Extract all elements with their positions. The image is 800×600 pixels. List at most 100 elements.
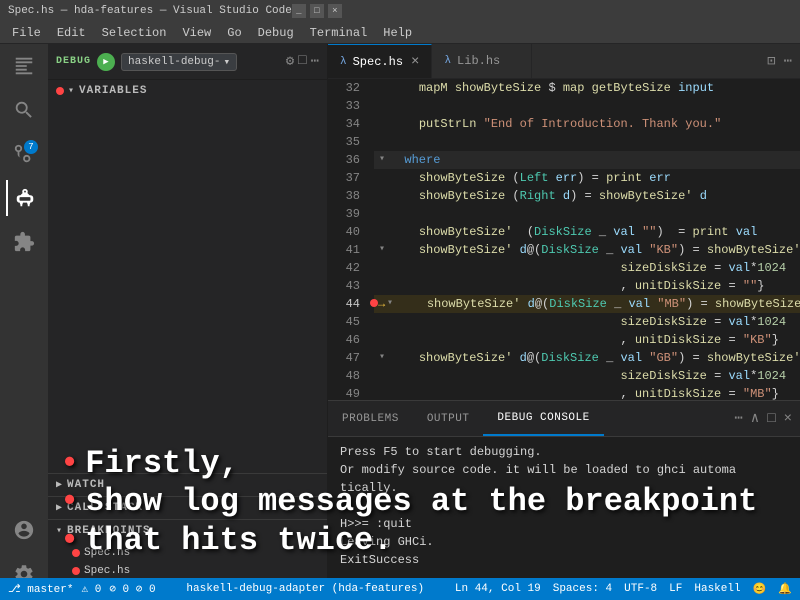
callstack-section: ▶ CALL STACK bbox=[48, 496, 327, 519]
menu-selection[interactable]: Selection bbox=[94, 24, 175, 42]
watch-label: WATCH bbox=[67, 479, 105, 491]
activity-account[interactable] bbox=[6, 512, 42, 548]
menu-terminal[interactable]: Terminal bbox=[302, 24, 376, 42]
panel-line-2: Or modify source code. it will be loaded… bbox=[340, 461, 788, 479]
panel-close-icon[interactable]: × bbox=[784, 411, 792, 427]
line-num-36: 36 bbox=[332, 151, 366, 169]
statusbar-eol[interactable]: LF bbox=[669, 583, 682, 595]
line-num-44: 44 bbox=[332, 295, 366, 313]
breakpoints-label: BREAKPOINTS bbox=[67, 525, 151, 537]
debug-session-selector[interactable]: haskell-debug- ▾ bbox=[121, 53, 237, 71]
statusbar-warnings[interactable]: ⊘ 0 ⊘ 0 bbox=[109, 582, 155, 596]
maximize-button[interactable]: □ bbox=[310, 4, 324, 18]
statusbar-smiley-icon[interactable]: 😊 bbox=[753, 582, 767, 596]
panel-tab-debug-console[interactable]: DEBUG CONSOLE bbox=[483, 401, 603, 436]
variables-section: ▾ VARIABLES bbox=[48, 80, 327, 473]
fold-41[interactable]: ▾ bbox=[374, 242, 390, 258]
source-control-badge: 7 bbox=[24, 140, 38, 154]
tab-spec-close[interactable]: × bbox=[411, 54, 419, 70]
menu-file[interactable]: File bbox=[4, 24, 49, 42]
statusbar-bell-icon[interactable]: 🔔 bbox=[778, 582, 792, 596]
activity-source-control[interactable]: 7 bbox=[6, 136, 42, 172]
watch-chevron: ▶ bbox=[56, 479, 63, 491]
panel-split-icon[interactable]: □ bbox=[767, 411, 775, 427]
fold-36[interactable]: ▾ bbox=[374, 152, 390, 168]
variables-dot bbox=[56, 87, 64, 95]
line-num-42: 42 bbox=[332, 259, 366, 277]
activity-search[interactable] bbox=[6, 92, 42, 128]
breakpoints-chevron: ▾ bbox=[56, 525, 63, 537]
menu-edit[interactable]: Edit bbox=[49, 24, 94, 42]
tab-lib[interactable]: λ Lib.hs bbox=[432, 44, 532, 78]
line-num-49: 49 bbox=[332, 385, 366, 400]
line-num-39: 39 bbox=[332, 205, 366, 223]
debug-more-icon[interactable]: ⋯ bbox=[311, 53, 319, 70]
breakpoint-item[interactable]: Spec.hs bbox=[72, 544, 319, 562]
statusbar-errors[interactable]: ⚠ 0 bbox=[81, 582, 101, 596]
line-num-47: 47 bbox=[332, 349, 366, 367]
code-line-39 bbox=[374, 205, 800, 223]
minimize-button[interactable]: _ bbox=[292, 4, 306, 18]
statusbar-spaces[interactable]: Spaces: 4 bbox=[553, 583, 612, 595]
statusbar-position[interactable]: Ln 44, Col 19 bbox=[455, 583, 541, 595]
statusbar-encoding[interactable]: UTF-8 bbox=[624, 583, 657, 595]
code-line-40: showByteSize' (DiskSize _ val "") = prin… bbox=[374, 223, 800, 241]
tab-spec[interactable]: λ Spec.hs × bbox=[328, 44, 432, 78]
line-num-34: 34 bbox=[332, 115, 366, 133]
watch-header[interactable]: ▶ WATCH bbox=[48, 474, 327, 496]
activity-extensions[interactable] bbox=[6, 224, 42, 260]
code-line-46: , unitDiskSize = "KB"} bbox=[374, 331, 800, 349]
menu-view[interactable]: View bbox=[174, 24, 219, 42]
callstack-label: CALL STACK bbox=[67, 502, 143, 514]
titlebar-controls[interactable]: _ □ × bbox=[292, 4, 342, 18]
panel-area: PROBLEMS OUTPUT DEBUG CONSOLE ⋯ ∧ □ × Pr… bbox=[328, 400, 800, 600]
variables-header[interactable]: ▾ VARIABLES bbox=[48, 80, 327, 102]
debug-panel-icon[interactable]: □ bbox=[298, 53, 306, 70]
callstack-header[interactable]: ▶ CALL STACK bbox=[48, 497, 327, 519]
activity-explorer[interactable] bbox=[6, 48, 42, 84]
code-line-36: ▾ where bbox=[374, 151, 800, 169]
menu-help[interactable]: Help bbox=[375, 24, 420, 42]
split-editor-icon[interactable]: ⊡ bbox=[767, 53, 775, 70]
activity-debug[interactable] bbox=[6, 180, 42, 216]
menu-go[interactable]: Go bbox=[219, 24, 249, 42]
debug-settings-icon[interactable]: ⚙ bbox=[286, 53, 294, 70]
code-line-41: ▾ showByteSize' d@(DiskSize _ val "KB") … bbox=[374, 241, 800, 259]
titlebar-title: Spec.hs — hda-features — Visual Studio C… bbox=[8, 5, 292, 17]
line-num-48: 48 bbox=[332, 367, 366, 385]
close-button[interactable]: × bbox=[328, 4, 342, 18]
fold-47[interactable]: ▾ bbox=[374, 350, 390, 366]
panel-line-4 bbox=[340, 497, 788, 515]
tab-lib-label: Lib.hs bbox=[457, 54, 500, 68]
main-layout: 7 DEBUG ▶ haskell-debug- ▾ ⚙ bbox=[0, 44, 800, 600]
line-num-38: 38 bbox=[332, 187, 366, 205]
panel-chevron-up-icon[interactable]: ∧ bbox=[751, 410, 759, 427]
fold-32 bbox=[374, 80, 390, 96]
more-actions-icon[interactable]: ⋯ bbox=[784, 53, 792, 70]
tab-spec-icon: λ bbox=[340, 56, 347, 68]
panel-tab-problems[interactable]: PROBLEMS bbox=[328, 401, 413, 436]
statusbar-language[interactable]: Haskell bbox=[694, 583, 740, 595]
tab-lib-icon: λ bbox=[444, 55, 451, 67]
panel-tab-output[interactable]: OUTPUT bbox=[413, 401, 484, 436]
statusbar-branch[interactable]: ⎇ master* bbox=[8, 582, 73, 596]
watch-section: ▶ WATCH bbox=[48, 473, 327, 496]
code-line-42: sizeDiskSize = val*1024 bbox=[374, 259, 800, 277]
breakpoints-header[interactable]: ▾ BREAKPOINTS bbox=[48, 520, 327, 542]
line-num-35: 35 bbox=[332, 133, 366, 151]
debug-play-button[interactable]: ▶ bbox=[97, 53, 115, 71]
code-line-33 bbox=[374, 97, 800, 115]
panel-line-3: tically. bbox=[340, 479, 788, 497]
code-area[interactable]: mapM showByteSize $ map getByteSize inpu… bbox=[370, 79, 800, 400]
line-numbers: 32 33 34 35 36 37 38 39 40 41 42 43 44 4… bbox=[328, 79, 370, 400]
variables-chevron: ▾ bbox=[68, 85, 75, 97]
activitybar: 7 bbox=[0, 44, 48, 600]
tab-spec-label: Spec.hs bbox=[353, 55, 403, 69]
debug-session-chevron: ▾ bbox=[223, 55, 230, 69]
panel-line-1: Press F5 to start debugging. bbox=[340, 443, 788, 461]
code-line-35 bbox=[374, 133, 800, 151]
menu-debug[interactable]: Debug bbox=[250, 24, 302, 42]
panel-more-icon[interactable]: ⋯ bbox=[734, 410, 742, 427]
tabbar: λ Spec.hs × λ Lib.hs ⊡ ⋯ bbox=[328, 44, 800, 79]
statusbar: ⎇ master* ⚠ 0 ⊘ 0 ⊘ 0 haskell-debug-adap… bbox=[0, 578, 800, 600]
